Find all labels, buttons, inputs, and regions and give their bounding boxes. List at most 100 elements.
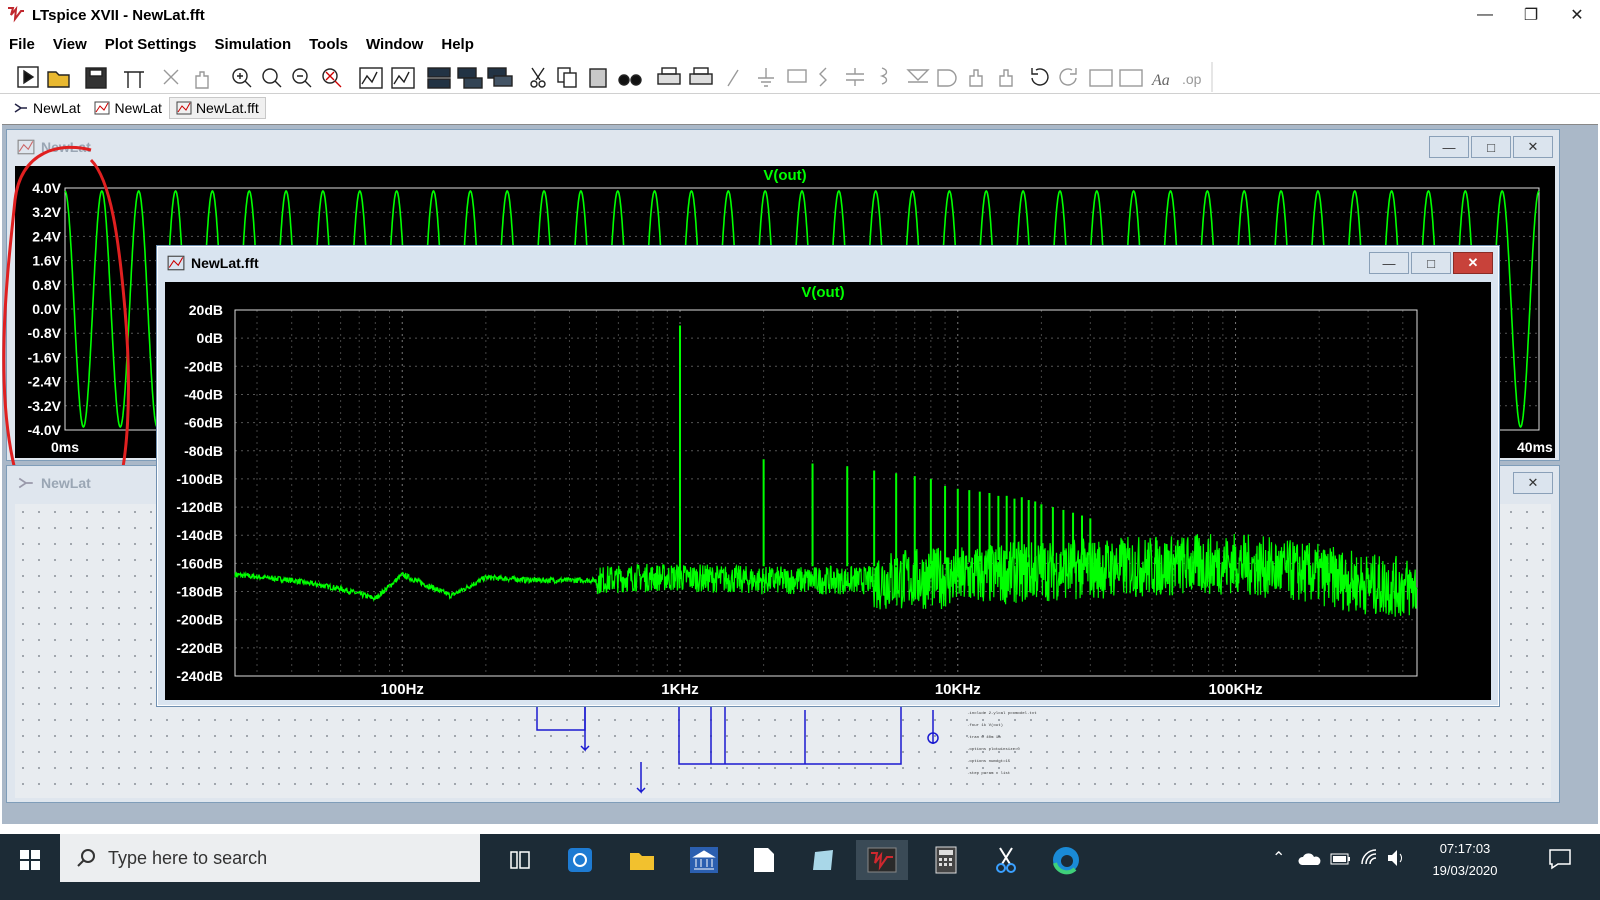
fft-window-title: NewLat.fft bbox=[191, 255, 259, 271]
y-tick-label: 20dB bbox=[189, 302, 223, 318]
svg-text:.step param x list: .step param x list bbox=[967, 771, 1010, 776]
fft-minimize-button[interactable]: — bbox=[1369, 252, 1409, 274]
document-tabs: NewLat NewLat NewLat.fft bbox=[6, 96, 266, 120]
y-tick-label: -180dB bbox=[176, 584, 223, 600]
fft-close-button[interactable]: ✕ bbox=[1453, 252, 1493, 274]
capacitor-icon[interactable] bbox=[846, 68, 864, 86]
cut-icon[interactable] bbox=[530, 67, 546, 88]
tray-chevron-icon[interactable]: ⌃ bbox=[1272, 848, 1285, 868]
zoom-cancel-icon[interactable] bbox=[322, 68, 342, 88]
battery-icon[interactable] bbox=[1330, 852, 1352, 866]
tab-label: NewLat.fft bbox=[195, 100, 259, 116]
print-setup-icon[interactable] bbox=[689, 67, 713, 85]
component-icon[interactable] bbox=[937, 69, 957, 87]
save-icon[interactable] bbox=[85, 67, 107, 89]
pan-icon[interactable] bbox=[195, 71, 209, 89]
volume-icon[interactable] bbox=[1386, 848, 1408, 868]
search-icon bbox=[77, 849, 95, 867]
redo-icon[interactable] bbox=[1059, 68, 1077, 86]
chart-title: V(out) bbox=[763, 167, 806, 184]
sync-app-icon[interactable] bbox=[560, 840, 600, 880]
zoom-fit-icon[interactable] bbox=[292, 68, 312, 88]
plot-frame bbox=[234, 309, 1418, 677]
ltspice-taskbar-icon[interactable] bbox=[856, 840, 908, 880]
fft-maximize-button[interactable]: □ bbox=[1411, 252, 1451, 274]
waveform-maximize-button[interactable]: □ bbox=[1471, 136, 1511, 158]
x-tick-label: 1KHz bbox=[661, 681, 699, 698]
tile-horizontal-icon[interactable] bbox=[427, 67, 451, 89]
svg-text:.options plotwinsize=0: .options plotwinsize=0 bbox=[967, 747, 1020, 752]
run-icon[interactable] bbox=[163, 69, 179, 85]
zoom-in-icon[interactable] bbox=[232, 68, 252, 88]
resistor-icon[interactable] bbox=[819, 67, 827, 87]
taskbar-search-box[interactable]: Type here to search bbox=[60, 834, 480, 882]
find-icon[interactable] bbox=[618, 74, 642, 86]
fft-window-titlebar[interactable]: NewLat.fft bbox=[157, 246, 1499, 280]
document-app-icon[interactable] bbox=[744, 840, 784, 880]
tab-waveform[interactable]: NewLat bbox=[87, 97, 168, 119]
tab-schematic[interactable]: NewLat bbox=[6, 97, 87, 119]
svg-text:.tran 0 40m 1m: .tran 0 40m 1m bbox=[967, 735, 1001, 740]
paste-icon[interactable] bbox=[589, 68, 607, 88]
zoom-out-icon[interactable] bbox=[262, 68, 282, 88]
notes-app-icon[interactable] bbox=[804, 840, 844, 880]
tab-fft[interactable]: NewLat.fft bbox=[168, 97, 266, 119]
window-title: LTspice XVII - NewLat.fft bbox=[32, 6, 205, 24]
task-view-icon[interactable] bbox=[500, 840, 540, 880]
menu-tools[interactable]: Tools bbox=[300, 36, 357, 53]
menu-plot-settings[interactable]: Plot Settings bbox=[96, 36, 206, 53]
svg-text:.options numdgt=15: .options numdgt=15 bbox=[967, 759, 1011, 764]
manual-limits-icon[interactable] bbox=[391, 67, 415, 89]
file-explorer-icon[interactable] bbox=[622, 840, 662, 880]
print-icon[interactable] bbox=[657, 67, 681, 85]
open-folder-icon[interactable] bbox=[47, 71, 70, 88]
menu-window[interactable]: Window bbox=[357, 36, 432, 53]
tile-vertical-icon[interactable] bbox=[457, 67, 483, 89]
text-icon[interactable]: Aa bbox=[1151, 72, 1170, 89]
ground-icon[interactable] bbox=[758, 68, 774, 87]
move-hand-icon[interactable] bbox=[969, 69, 983, 87]
cascade-icon[interactable] bbox=[487, 67, 513, 87]
spice-directive-icon[interactable]: .op bbox=[1182, 71, 1202, 87]
notifications-icon[interactable] bbox=[1548, 848, 1572, 870]
schematic-close-button[interactable]: ✕ bbox=[1513, 472, 1553, 494]
bank-app-icon[interactable] bbox=[684, 840, 724, 880]
control-panel-icon[interactable] bbox=[124, 71, 144, 88]
copy-icon[interactable] bbox=[557, 67, 577, 88]
waveform-close-button[interactable]: ✕ bbox=[1513, 136, 1553, 158]
draw-wire-icon[interactable] bbox=[727, 69, 739, 87]
menu-simulation[interactable]: Simulation bbox=[205, 36, 300, 53]
y-tick-label: -220dB bbox=[176, 640, 223, 656]
series-line-vout bbox=[234, 533, 1418, 617]
snipping-tool-icon[interactable] bbox=[986, 840, 1026, 880]
new-schematic-icon[interactable] bbox=[17, 66, 39, 88]
drag-hand-icon[interactable] bbox=[999, 69, 1013, 87]
undo-icon[interactable] bbox=[1031, 68, 1049, 86]
onedrive-icon[interactable] bbox=[1298, 852, 1322, 866]
waveform-window-titlebar[interactable]: NewLat bbox=[7, 130, 1559, 164]
rotate-icon[interactable] bbox=[1089, 69, 1113, 87]
maximize-button[interactable]: ❐ bbox=[1508, 0, 1554, 30]
x-tick-label: 10KHz bbox=[935, 681, 981, 698]
mdi-workspace: NewLat — □ ✕ 4.0V 3.2V 2.4V 1.6V 0.8V 0.0V -0.… bbox=[2, 124, 1598, 824]
close-button[interactable]: ✕ bbox=[1554, 0, 1600, 30]
autorange-icon[interactable] bbox=[359, 67, 383, 89]
mirror-icon[interactable] bbox=[1119, 69, 1143, 87]
start-button[interactable] bbox=[10, 840, 50, 880]
fft-plot[interactable]: 20dB 0dB -20dB -40dB -60dB -80dB -100dB -120dB -… bbox=[165, 282, 1491, 700]
label-net-icon[interactable] bbox=[787, 69, 807, 83]
diode-icon[interactable] bbox=[906, 69, 930, 83]
minimize-button[interactable]: — bbox=[1462, 0, 1508, 30]
calculator-icon[interactable] bbox=[926, 840, 966, 880]
svg-text:.four 1k V(out): .four 1k V(out) bbox=[967, 723, 1003, 728]
menu-view[interactable]: View bbox=[44, 36, 96, 53]
fft-window[interactable]: NewLat.fft — □ ✕ 20dB 0dB -20dB -40dB -60dB -… bbox=[156, 245, 1500, 707]
tab-label: NewLat bbox=[33, 100, 81, 116]
menu-help[interactable]: Help bbox=[432, 36, 483, 53]
edge-browser-icon[interactable] bbox=[1046, 840, 1086, 880]
inductor-icon[interactable] bbox=[879, 67, 888, 85]
waveform-minimize-button[interactable]: — bbox=[1429, 136, 1469, 158]
wifi-icon[interactable] bbox=[1360, 848, 1382, 868]
menu-file[interactable]: File bbox=[0, 36, 44, 53]
clock[interactable]: 07:17:03 19/03/2020 bbox=[1420, 838, 1510, 882]
